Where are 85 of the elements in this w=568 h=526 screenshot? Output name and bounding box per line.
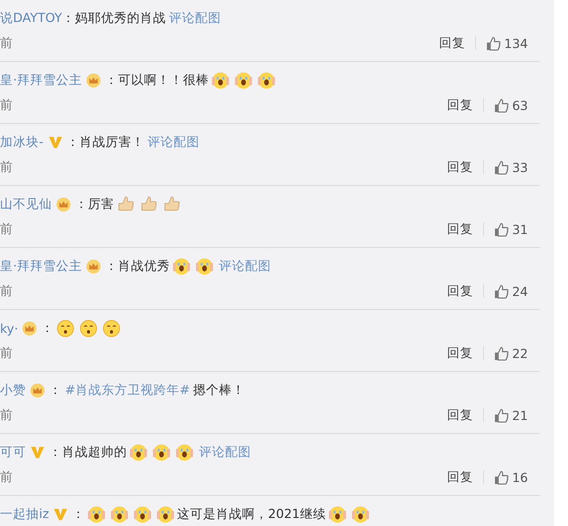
screaming-emoji-icon	[110, 504, 130, 524]
comment-time: 前	[0, 96, 13, 114]
flushed-emoji-icon	[56, 318, 76, 338]
screaming-emoji-icon	[156, 504, 176, 524]
screaming-emoji-icon	[133, 504, 152, 524]
comment-text: ：	[41, 320, 54, 336]
flushed-emoji-icon	[102, 318, 122, 338]
comment-text: ：肖战超帅的	[49, 444, 127, 460]
comment-time: 前	[0, 34, 13, 52]
thumbs-up-icon[interactable]	[494, 284, 510, 298]
like-count: 134	[504, 36, 528, 50]
reply-link[interactable]: 回复	[447, 96, 474, 114]
comment-image-link[interactable]: 评论配图	[199, 444, 251, 460]
thumbs-up-emoji-icon	[139, 194, 158, 214]
user-name[interactable]: 可可	[0, 444, 26, 460]
screaming-emoji-icon	[256, 70, 276, 90]
screaming-emoji-icon	[175, 442, 194, 462]
crown-badge-icon	[56, 196, 71, 212]
user-name[interactable]: 加冰块-	[0, 134, 44, 150]
reply-link[interactable]: 回复	[447, 220, 474, 238]
thumbs-up-icon[interactable]	[494, 346, 510, 360]
user-name[interactable]: 说DAYTOY	[0, 10, 62, 26]
like-count: 16	[512, 470, 528, 484]
screaming-emoji-icon	[234, 70, 253, 90]
like-count: 24	[512, 284, 528, 298]
reply-link[interactable]: 回复	[447, 158, 474, 176]
reply-link[interactable]: 回复	[447, 468, 474, 486]
v-badge-icon	[48, 134, 63, 150]
comment-text: ：肖战优秀	[104, 258, 170, 274]
like-count: 31	[512, 222, 528, 236]
screaming-emoji-icon	[210, 70, 230, 90]
comment-time: 前	[0, 406, 13, 424]
comment-time: 前	[0, 158, 13, 176]
v-badge-icon	[53, 506, 68, 522]
comment-text: ：可以啊！！很棒	[104, 72, 209, 88]
thumbs-up-icon[interactable]	[494, 98, 510, 112]
thumbs-up-icon[interactable]	[494, 222, 510, 236]
user-name[interactable]: 山不见仙	[0, 196, 52, 212]
comment-image-link[interactable]: 评论配图	[169, 10, 222, 26]
like-count: 33	[512, 160, 528, 174]
like-count: 21	[512, 408, 528, 422]
comment-text: ：妈耶优秀的肖战	[62, 10, 166, 26]
thumbs-up-icon[interactable]	[494, 408, 510, 422]
comment-text: 这可是肖战啊，2021继续	[177, 506, 326, 522]
v-badge-icon	[30, 444, 45, 460]
reply-link[interactable]: 回复	[447, 282, 474, 300]
screaming-emoji-icon	[172, 256, 191, 276]
user-name[interactable]: 一起抽iz	[0, 506, 50, 522]
reply-link[interactable]: 回复	[439, 34, 466, 52]
crown-badge-icon	[86, 258, 101, 274]
screaming-emoji-icon	[350, 504, 370, 524]
user-name[interactable]: 皇·拜拜雪公主	[0, 258, 82, 274]
crown-badge-icon	[30, 382, 45, 398]
thumbs-up-icon[interactable]	[486, 36, 502, 50]
comment-text: ：厉害	[75, 196, 114, 212]
comment-image-link[interactable]: 评论配图	[148, 134, 200, 150]
comment-time: 前	[0, 468, 13, 486]
comment-text: 摁个棒！	[192, 382, 245, 398]
user-name[interactable]: 皇·拜拜雪公主	[0, 72, 82, 88]
thumbs-up-icon[interactable]	[494, 470, 510, 484]
screaming-emoji-icon	[194, 256, 214, 276]
screaming-emoji-icon	[129, 442, 148, 462]
flushed-emoji-icon	[79, 318, 98, 338]
user-name[interactable]: 小赞	[0, 382, 26, 398]
thumbs-up-icon[interactable]	[494, 160, 510, 174]
comment-time: 前	[0, 344, 13, 362]
comment-image-link[interactable]: 评论配图	[218, 258, 271, 274]
crown-badge-icon	[22, 320, 38, 336]
comment-time: 前	[0, 220, 13, 238]
thumbs-up-emoji-icon	[116, 194, 135, 214]
screaming-emoji-icon	[87, 504, 106, 524]
comment-text: ：	[72, 506, 86, 522]
reply-link[interactable]: 回复	[447, 406, 474, 424]
hashtag-link[interactable]: #肖战东方卫视跨年#	[65, 382, 190, 398]
crown-badge-icon	[86, 72, 101, 88]
like-count: 63	[512, 98, 528, 112]
comment-time: 前	[0, 282, 13, 300]
comment-text: ：	[49, 382, 62, 398]
user-name[interactable]: ky·	[0, 320, 18, 336]
reply-link[interactable]: 回复	[447, 344, 474, 362]
thumbs-up-emoji-icon	[162, 194, 181, 214]
screaming-emoji-icon	[152, 442, 171, 462]
like-count: 22	[512, 346, 528, 360]
screaming-emoji-icon	[328, 504, 347, 524]
comment-text: ：肖战厉害！	[66, 134, 145, 150]
